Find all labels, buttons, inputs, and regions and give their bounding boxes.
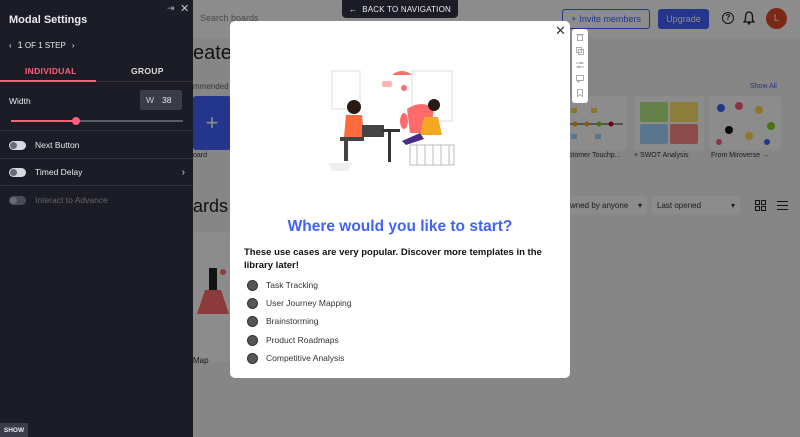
divider: [0, 158, 193, 159]
interact-advance-label: Interact to Advance: [35, 195, 108, 205]
arrow-left-icon: ←: [348, 4, 358, 14]
width-input[interactable]: W 38: [140, 90, 182, 110]
option-label: User Journey Mapping: [266, 298, 352, 308]
duplicate-icon[interactable]: [576, 47, 584, 55]
interact-advance-row: Interact to Advance: [9, 193, 189, 207]
show-button[interactable]: SHOW: [0, 423, 28, 437]
width-slider[interactable]: [11, 117, 183, 125]
width-prefix: W: [146, 95, 155, 105]
radio-button[interactable]: [247, 334, 258, 346]
divider: [0, 130, 193, 131]
timed-delay-toggle[interactable]: [9, 167, 26, 177]
next-button-row: Next Button: [9, 138, 189, 152]
chevron-right-icon[interactable]: ›: [72, 41, 75, 50]
current-step: 1: [17, 40, 23, 50]
option-brainstorming[interactable]: Brainstorming: [247, 315, 318, 327]
step-navigation: ‹ 1 OF 1 STEP ›: [9, 40, 75, 50]
option-label: Product Roadmaps: [266, 335, 339, 345]
tab-group[interactable]: GROUP: [131, 66, 164, 76]
back-to-navigation-button[interactable]: ← BACK TO NAVIGATION: [342, 0, 458, 18]
chevron-left-icon[interactable]: ‹: [9, 41, 12, 50]
modal-subtitle: These use cases are very popular. Discov…: [244, 247, 542, 271]
option-task-tracking[interactable]: Task Tracking: [247, 279, 318, 291]
panel-title: Modal Settings: [9, 14, 88, 26]
active-tab-indicator: [0, 80, 96, 82]
radio-button[interactable]: [247, 297, 258, 309]
interact-advance-toggle: [9, 195, 26, 205]
radio-button[interactable]: [247, 315, 258, 327]
close-icon[interactable]: ✕: [180, 2, 189, 15]
modal-side-toolbar: [572, 29, 588, 103]
radio-button[interactable]: [247, 352, 258, 364]
close-icon[interactable]: ✕: [555, 23, 566, 39]
option-label: Task Tracking: [266, 280, 318, 290]
collapse-panel-icon[interactable]: ⇥: [167, 3, 175, 14]
width-value: 38: [162, 95, 172, 105]
step-total: OF 1 STEP: [24, 41, 66, 50]
modal-settings-panel: Modal Settings ⇥ ✕ ‹ 1 OF 1 STEP › INDIV…: [0, 0, 193, 437]
timed-delay-row[interactable]: Timed Delay ›: [9, 165, 189, 179]
trash-icon[interactable]: [576, 33, 584, 41]
next-button-label: Next Button: [35, 140, 80, 150]
width-slider-thumb[interactable]: [72, 117, 81, 125]
tab-individual[interactable]: INDIVIDUAL: [25, 66, 77, 76]
option-label: Competitive Analysis: [266, 353, 345, 363]
settings-tabs: INDIVIDUAL GROUP: [0, 62, 193, 82]
next-button-toggle[interactable]: [9, 140, 26, 150]
timed-delay-label: Timed Delay: [35, 167, 83, 177]
option-product-roadmaps[interactable]: Product Roadmaps: [247, 334, 339, 346]
onboarding-modal: ✕ Where would you like to start? These u…: [230, 21, 570, 378]
settings-sliders-icon[interactable]: [576, 61, 584, 69]
width-label: Width: [9, 96, 31, 106]
width-slider-fill: [11, 120, 77, 122]
option-label: Brainstorming: [266, 316, 319, 326]
bookmark-icon[interactable]: [576, 89, 584, 97]
people-working-illustration: [328, 70, 455, 171]
divider: [0, 185, 193, 186]
option-user-journey-mapping[interactable]: User Journey Mapping: [247, 297, 352, 309]
radio-button[interactable]: [247, 279, 258, 291]
comment-icon[interactable]: [576, 75, 584, 83]
modal-title: Where would you like to start?: [287, 218, 513, 235]
back-to-navigation-label: BACK TO NAVIGATION: [362, 4, 451, 14]
chevron-right-icon[interactable]: ›: [182, 167, 185, 178]
option-competitive-analysis[interactable]: Competitive Analysis: [247, 352, 344, 364]
